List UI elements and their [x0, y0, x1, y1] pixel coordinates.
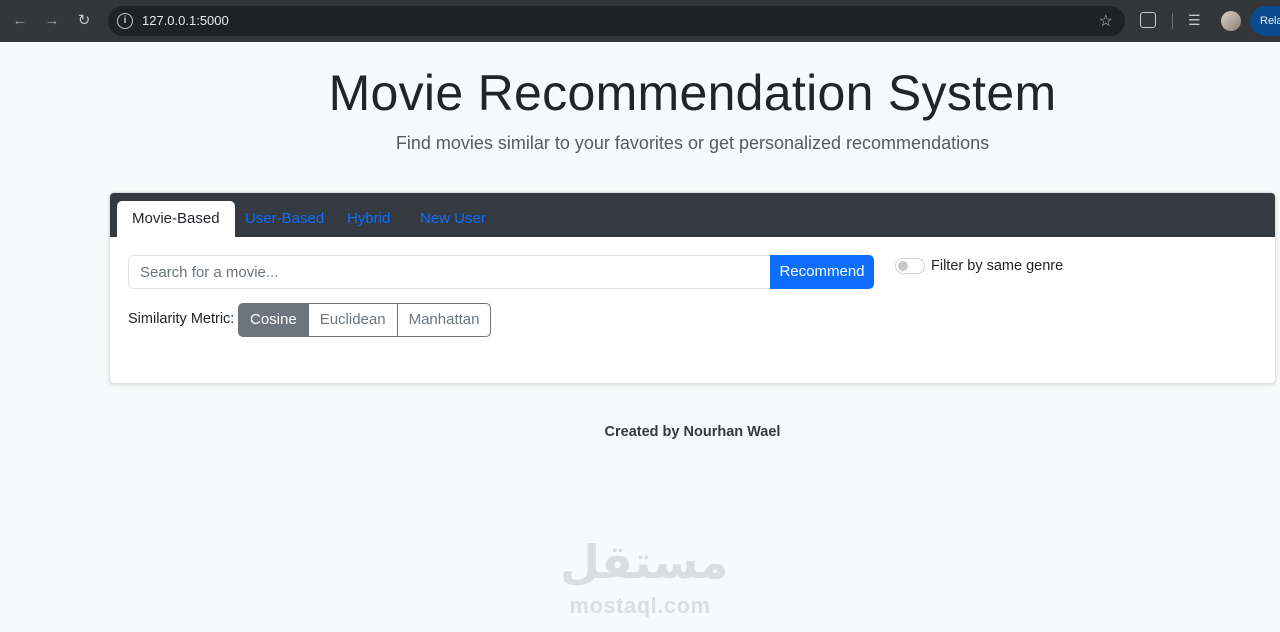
metric-euclidean-button[interactable]: Euclidean: [307, 303, 398, 337]
toggle-knob: [898, 261, 908, 271]
similarity-metric-group: Cosine Euclidean Manhattan: [238, 303, 492, 337]
watermark-arabic: مستقل: [560, 535, 729, 589]
metric-manhattan-button[interactable]: Manhattan: [396, 303, 492, 337]
movie-search-input[interactable]: [128, 255, 771, 289]
genre-filter-label[interactable]: Filter by same genre: [931, 258, 1063, 274]
tab-new-user[interactable]: New User: [405, 201, 501, 237]
toolbar-divider: [1172, 13, 1173, 29]
address-bar[interactable]: i 127.0.0.1:5000 ☆: [108, 6, 1125, 36]
tab-movie-based[interactable]: Movie-Based: [117, 201, 235, 237]
page-subtitle: Find movies similar to your favorites or…: [395, 133, 990, 153]
tab-bar: Movie-Based User-Based Hybrid New User: [110, 193, 1275, 237]
back-arrow-icon[interactable]: ←: [10, 11, 30, 31]
metric-cosine-button[interactable]: Cosine: [238, 303, 309, 337]
genre-filter-toggle[interactable]: [895, 258, 925, 274]
tab-user-based[interactable]: User-Based: [230, 201, 339, 237]
reload-icon[interactable]: ↻: [74, 11, 94, 31]
page-title: Movie Recommendation System: [328, 65, 1057, 121]
footer-credit: Created by Nourhan Wael: [604, 424, 781, 440]
recommend-button[interactable]: Recommend: [770, 255, 874, 289]
url-text[interactable]: 127.0.0.1:5000: [142, 13, 229, 28]
forward-arrow-icon[interactable]: →: [42, 11, 62, 31]
recommendation-card: Movie-Based User-Based Hybrid New User R…: [109, 192, 1276, 384]
relaunch-button[interactable]: Rela: [1250, 6, 1280, 36]
site-info-icon[interactable]: i: [117, 13, 133, 29]
watermark-latin: mostaql.com: [569, 593, 711, 618]
browser-toolbar: ← → ↻ i 127.0.0.1:5000 ☆ ☰ Rela: [0, 0, 1280, 42]
tab-hybrid[interactable]: Hybrid: [332, 201, 405, 237]
profile-avatar[interactable]: [1221, 11, 1241, 31]
extensions-icon[interactable]: [1140, 12, 1156, 28]
media-controls-icon[interactable]: ☰: [1188, 12, 1201, 29]
bookmark-star-icon[interactable]: ☆: [1099, 11, 1113, 31]
similarity-metric-label: Similarity Metric:: [128, 311, 235, 327]
